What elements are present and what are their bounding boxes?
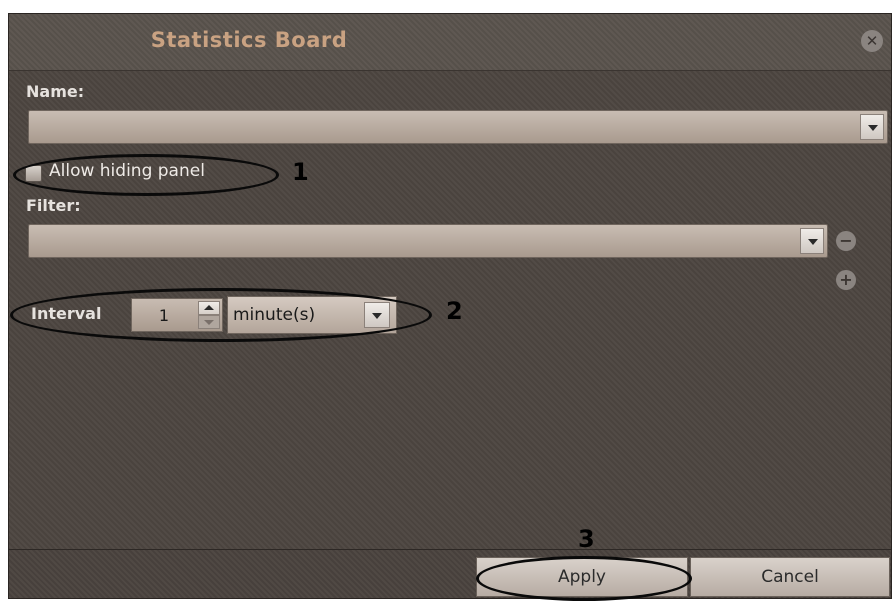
name-label: Name: (26, 82, 85, 101)
chevron-down-icon[interactable] (800, 228, 824, 254)
annotation-number-3: 3 (578, 525, 595, 553)
annotation-ellipse-3 (476, 556, 692, 601)
annotation-ellipse-1 (13, 154, 279, 196)
name-dropdown[interactable] (28, 110, 888, 144)
add-filter-icon[interactable]: + (836, 270, 856, 290)
chevron-down-icon[interactable] (860, 114, 884, 140)
cancel-button[interactable]: Cancel (690, 557, 890, 597)
annotation-number-1: 1 (292, 158, 309, 186)
filter-dropdown[interactable] (28, 224, 828, 258)
filter-label: Filter: (26, 196, 81, 215)
dialog-title: Statistics Board (150, 28, 348, 52)
close-icon[interactable]: ✕ (861, 30, 883, 52)
annotation-ellipse-2 (10, 288, 432, 342)
remove-filter-icon[interactable]: − (836, 231, 856, 251)
annotation-number-2: 2 (446, 297, 463, 325)
title-bar[interactable]: Statistics Board ✕ (9, 14, 891, 71)
